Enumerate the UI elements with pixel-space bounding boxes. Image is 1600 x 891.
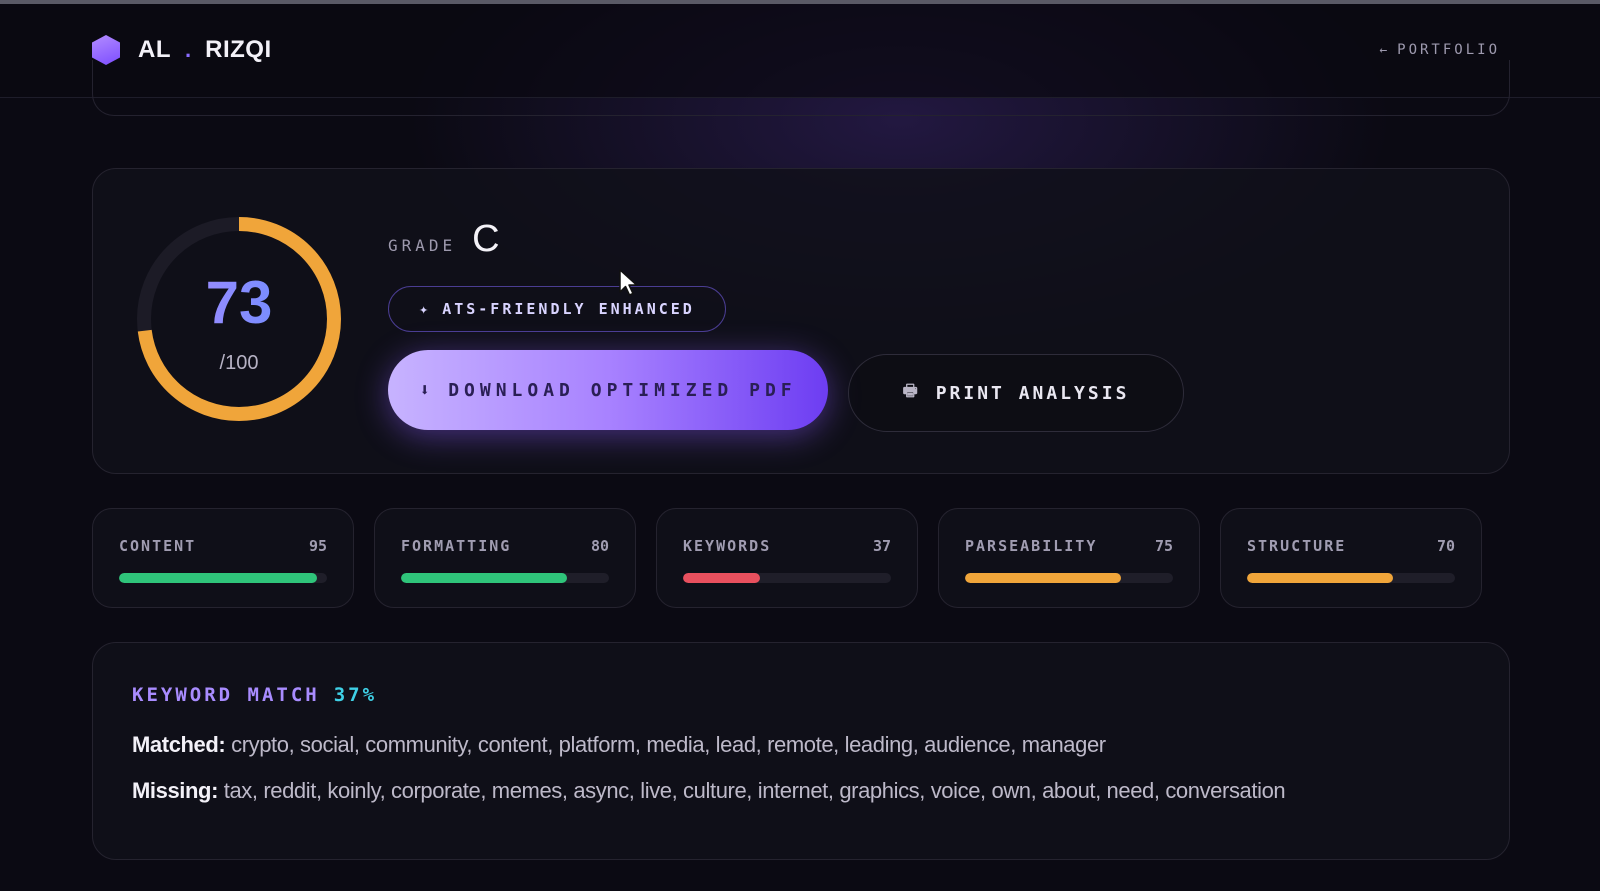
missing-keywords: tax, reddit, koinly, corporate, memes, a… [223, 778, 1286, 803]
metric-card-content: CONTENT 95 [92, 508, 354, 608]
grade-row: GRADE C [388, 218, 500, 261]
keyword-match-title: KEYWORD MATCH 37% [132, 684, 377, 706]
metric-value: 95 [308, 537, 327, 555]
metric-label: PARSEABILITY [965, 537, 1098, 555]
missing-keywords-line: Missing: tax, reddit, koinly, corporate,… [132, 778, 1286, 804]
metric-card-parseability: PARSEABILITY 75 [938, 508, 1200, 608]
printer-icon: 🖶 [902, 380, 918, 400]
metric-bar-track [965, 573, 1173, 583]
grade-value: C [472, 218, 500, 260]
grade-label: GRADE [388, 236, 457, 255]
metric-bar-fill [119, 573, 317, 583]
keyword-match-label: KEYWORD MATCH [132, 684, 320, 706]
metric-label: FORMATTING [401, 537, 512, 555]
metric-bar-fill [1247, 573, 1393, 583]
ats-friendly-badge: ✦ ATS-FRIENDLY ENHANCED [388, 286, 726, 332]
metric-bar-track [119, 573, 327, 583]
metric-card-keywords: KEYWORDS 37 [656, 508, 918, 608]
metric-value: 80 [590, 537, 609, 555]
download-pdf-button[interactable]: ⬇ DOWNLOAD OPTIMIZED PDF [388, 350, 828, 430]
download-button-label: DOWNLOAD OPTIMIZED PDF [448, 379, 797, 401]
keyword-match-percent: 37% [333, 684, 378, 706]
metric-value: 37 [872, 537, 891, 555]
matched-keywords: crypto, social, community, content, plat… [231, 732, 1106, 757]
metric-card-formatting: FORMATTING 80 [374, 508, 636, 608]
portfolio-link[interactable]: ← PORTFOLIO [1379, 42, 1500, 58]
mouse-cursor-icon [619, 269, 638, 296]
portfolio-link-label: PORTFOLIO [1397, 42, 1500, 58]
metric-label: STRUCTURE [1247, 537, 1347, 555]
metric-bar-track [1247, 573, 1455, 583]
missing-label: Missing: [132, 778, 219, 803]
metric-bar-fill [401, 573, 568, 583]
sparkle-icon: ✦ [419, 300, 429, 318]
metric-label: KEYWORDS [683, 537, 772, 555]
download-icon: ⬇ [419, 379, 431, 401]
print-analysis-button[interactable]: 🖶 PRINT ANALYSIS [848, 354, 1184, 432]
metric-value: 75 [1154, 537, 1173, 555]
previous-card-edge [92, 60, 1510, 116]
metric-value: 70 [1436, 537, 1455, 555]
metric-label: CONTENT [119, 537, 197, 555]
print-button-label: PRINT ANALYSIS [935, 382, 1130, 404]
score-gauge: 73 /100 [132, 212, 346, 426]
ats-badge-label: ATS-FRIENDLY ENHANCED [442, 300, 695, 318]
metric-bar-fill [965, 573, 1121, 583]
arrow-left-icon: ← [1379, 42, 1388, 58]
metric-bar-track [401, 573, 609, 583]
metric-bar-track [683, 573, 891, 583]
matched-keywords-line: Matched: crypto, social, community, cont… [132, 732, 1106, 758]
score-value: 73 [132, 270, 346, 336]
metric-bar-fill [683, 573, 760, 583]
metric-card-structure: STRUCTURE 70 [1220, 508, 1482, 608]
score-max: /100 [219, 352, 259, 374]
matched-label: Matched: [132, 732, 226, 757]
